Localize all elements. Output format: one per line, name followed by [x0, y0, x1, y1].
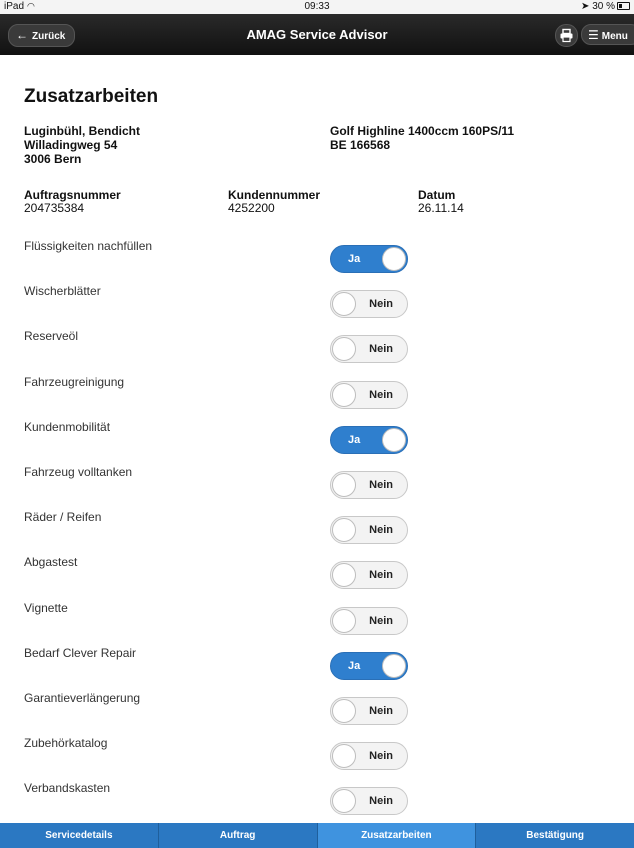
location-icon: ➤: [581, 1, 590, 12]
customer-number: Kundennummer 4252200: [228, 188, 321, 215]
tab-auftrag[interactable]: Auftrag: [159, 823, 318, 848]
toggle-state-label: Nein: [369, 479, 393, 491]
toggle-knob: [332, 382, 356, 407]
hamburger-icon: ☰: [588, 28, 599, 42]
customer-block: Luginbühl, Bendicht Willadingweg 54 3006…: [24, 124, 140, 166]
toggle-knob: [332, 292, 356, 317]
tab-bestaetigung[interactable]: Bestätigung: [476, 823, 634, 848]
order-date: Datum 26.11.14: [418, 188, 464, 215]
toggle-knob: [332, 608, 356, 633]
toggle-knob: [332, 744, 356, 769]
customer-city: 3006 Bern: [24, 152, 82, 166]
toggle-state-label: Ja: [348, 253, 361, 265]
order-number: Auftragsnummer 204735384: [24, 188, 121, 215]
toggle-state-label: Nein: [369, 343, 393, 356]
option-label: Reserveöl: [24, 329, 79, 344]
toggle-state-label: Nein: [369, 388, 393, 401]
option-toggle[interactable]: Ja: [330, 651, 408, 680]
toggle-state-label: Nein: [369, 750, 393, 763]
toggle-state-label: Nein: [369, 705, 393, 717]
vehicle-plate: BE 166568: [330, 138, 391, 152]
toggle-knob: [382, 653, 406, 678]
toggle-state-label: Ja: [348, 433, 361, 446]
vehicle-model: Golf Highline 1400ccm 160PS/11: [330, 124, 515, 138]
option-toggle[interactable]: Nein: [330, 380, 408, 409]
option-label: Garantieverlängerung: [24, 691, 141, 705]
toggle-knob: [382, 427, 406, 452]
vehicle-block: Golf Highline 1400ccm 160PS/11 BE 166568: [330, 124, 514, 152]
option-toggle[interactable]: Ja: [330, 425, 408, 454]
option-label: Verbandskasten: [24, 781, 111, 796]
toggle-state-label: Nein: [369, 298, 393, 311]
option-label: Fahrzeug volltanken: [24, 465, 133, 479]
battery-icon: [617, 2, 630, 11]
print-button[interactable]: [555, 24, 578, 47]
option-label: Vignette: [24, 600, 68, 615]
customer-street: Willadingweg 54: [24, 138, 118, 152]
toggle-knob: [332, 473, 356, 497]
toggle-knob: [332, 563, 356, 588]
option-toggle[interactable]: Nein: [330, 335, 408, 364]
option-label: Kundenmobilität: [24, 419, 111, 434]
tab-servicedetails[interactable]: Servicedetails: [0, 823, 159, 848]
option-toggle[interactable]: Nein: [330, 561, 408, 590]
printer-icon: [560, 28, 573, 43]
page-title: Zusatzarbeiten: [24, 86, 159, 107]
menu-button[interactable]: ☰ Menu: [581, 24, 634, 45]
bottom-tab-bar: Servicedetails Auftrag Zusatzarbeiten Be…: [0, 823, 634, 848]
option-toggle[interactable]: Nein: [330, 290, 408, 319]
option-toggle[interactable]: Nein: [330, 697, 408, 725]
tab-zusatzarbeiten[interactable]: Zusatzarbeiten: [317, 823, 477, 848]
status-battery: ➤ 30 %: [581, 1, 630, 12]
main-content: Zusatzarbeiten Luginbühl, Bendicht Willa…: [0, 55, 634, 817]
option-toggle[interactable]: Nein: [330, 471, 408, 499]
option-toggle[interactable]: Nein: [330, 516, 408, 545]
option-toggle[interactable]: Ja: [330, 245, 408, 273]
app-header: ← Zurück AMAG Service Advisor ☰ Menu: [0, 14, 634, 55]
toggle-state-label: Nein: [369, 569, 393, 582]
option-toggle[interactable]: Nein: [330, 606, 408, 635]
toggle-knob: [332, 789, 356, 814]
toggle-knob: [382, 247, 406, 271]
toggle-knob: [332, 518, 356, 543]
status-bar: iPad ◠ 09:33 ➤ 30 %: [0, 0, 634, 14]
toggle-state-label: Nein: [369, 524, 393, 537]
option-toggle[interactable]: Nein: [330, 742, 408, 771]
option-label: Abgastest: [24, 555, 78, 570]
toggle-state-label: Ja: [348, 659, 361, 672]
option-label: Räder / Reifen: [24, 510, 102, 525]
toggle-knob: [332, 337, 356, 362]
status-time: 09:33: [304, 1, 330, 12]
option-label: Flüssigkeiten nachfüllen: [24, 239, 153, 253]
customer-name: Luginbühl, Bendicht: [24, 124, 140, 138]
toggle-knob: [332, 699, 356, 723]
option-label: Zubehörkatalog: [24, 736, 108, 751]
toggle-state-label: Nein: [369, 795, 393, 808]
option-toggle[interactable]: Nein: [330, 787, 408, 816]
toggle-state-label: Nein: [369, 614, 393, 627]
option-label: Bedarf Clever Repair: [24, 645, 137, 660]
option-label: Fahrzeugreinigung: [24, 374, 125, 389]
option-label: Wischerblätter: [24, 284, 101, 299]
app-title: AMAG Service Advisor: [246, 27, 388, 42]
